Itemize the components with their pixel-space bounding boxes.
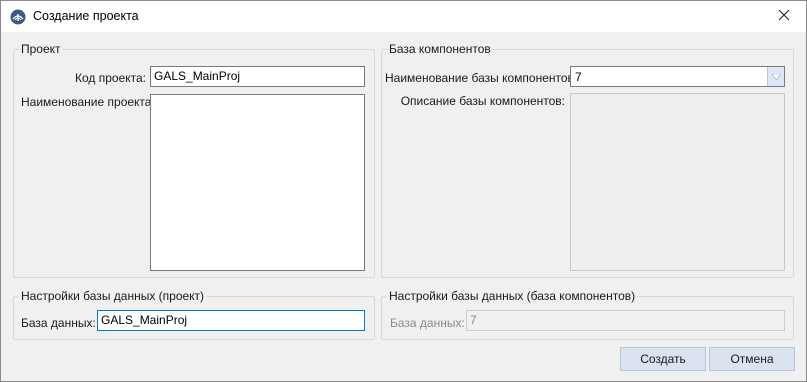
component-base-description-label: Описание базы компонентов: (400, 94, 565, 108)
db-components-input: 7 (466, 310, 785, 331)
db-project-input[interactable]: GALS_MainProj (97, 310, 365, 331)
chevron-down-icon[interactable] (767, 67, 784, 86)
window-title: Создание проекта (33, 9, 139, 23)
db-project-label: База данных: (21, 316, 96, 330)
component-base-selected-value: 7 (575, 70, 582, 84)
cancel-button[interactable]: Отмена (709, 347, 795, 371)
create-project-dialog: Создание проекта Проект Код проекта: GAL… (0, 0, 807, 382)
create-button[interactable]: Создать (620, 347, 706, 371)
db-project-group-title: Настройки базы данных (проект) (19, 289, 207, 303)
component-base-select[interactable]: 7 (570, 66, 785, 87)
db-components-label: База данных: (390, 316, 465, 330)
globe-logo-icon (10, 9, 26, 25)
component-base-description-field (570, 93, 785, 271)
project-code-input[interactable]: GALS_MainProj (150, 66, 365, 87)
close-button[interactable] (762, 1, 806, 31)
project-code-label: Код проекта: (74, 71, 146, 85)
db-components-group-title: Настройки базы данных (база компонентов) (387, 289, 638, 303)
component-base-group-title: База компонентов (387, 42, 493, 56)
project-name-label: Наименование проекта: (21, 95, 155, 109)
title-bar: Создание проекта (1, 1, 806, 32)
close-icon (778, 9, 790, 24)
project-name-textarea[interactable] (150, 94, 365, 271)
component-base-name-label: Наименование базы компонентов: (385, 71, 578, 85)
project-group-title: Проект (19, 42, 63, 56)
